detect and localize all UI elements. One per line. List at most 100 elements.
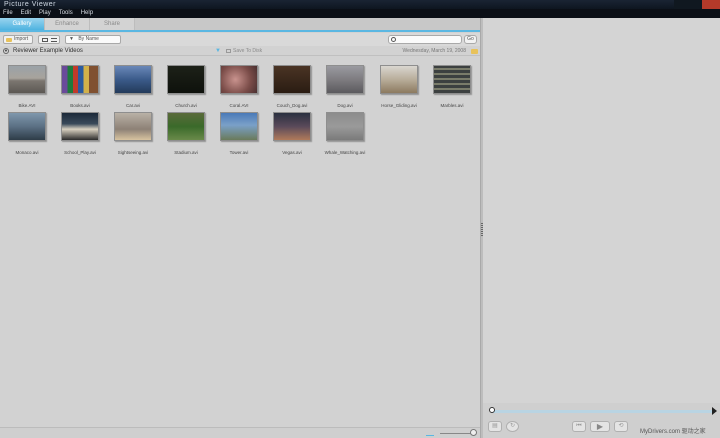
collapse-toggle-icon[interactable]: ▼ xyxy=(3,48,9,54)
zoom-slider-handle[interactable] xyxy=(470,429,477,436)
maximize-button[interactable] xyxy=(688,0,702,9)
video-thumbnail[interactable] xyxy=(8,65,46,94)
video-thumbnail[interactable] xyxy=(61,65,99,94)
menu-play[interactable]: Play xyxy=(39,9,51,18)
list-view-icon[interactable] xyxy=(51,38,57,42)
save-to-disk-label: Save To Disk xyxy=(233,48,263,54)
video-thumbnail[interactable] xyxy=(114,65,152,94)
menu-help[interactable]: Help xyxy=(81,9,93,18)
rotate-button[interactable]: ↻ xyxy=(506,421,519,432)
gallery-item[interactable]: Church.avi xyxy=(167,65,209,111)
thumbnail-caption: Monaco.avi xyxy=(15,150,39,155)
gallery-item[interactable]: Coral.AVI xyxy=(220,65,262,111)
video-thumbnail[interactable] xyxy=(167,65,205,94)
video-thumbnail[interactable] xyxy=(273,112,311,141)
tab-strip: Gallery Enhance Share xyxy=(0,18,480,30)
thumbnail-caption: Car.avi xyxy=(125,103,140,108)
view-toggle[interactable] xyxy=(38,35,60,44)
thumbnail-caption: Sightseeing.avi xyxy=(117,150,149,155)
gallery-item[interactable]: Couch_Dog.avi xyxy=(273,65,315,111)
title-bar: Picture Viewer xyxy=(0,0,720,9)
go-button[interactable]: Go xyxy=(464,35,477,44)
gallery-item[interactable]: School_Play.avi xyxy=(61,112,103,158)
gallery-item[interactable]: Dog.avi xyxy=(326,65,368,111)
gallery-item[interactable]: Horse_Gliding.avi xyxy=(380,65,422,111)
minimize-button[interactable] xyxy=(674,0,688,9)
gallery-item[interactable]: Marbles.avi xyxy=(433,65,475,111)
play-button[interactable]: ▶ xyxy=(590,421,610,432)
app-window: Picture Viewer File Edit Play Tools Help… xyxy=(0,0,720,438)
video-thumbnail[interactable] xyxy=(61,112,99,141)
chevron-down-icon: ▼ xyxy=(69,36,74,42)
disk-icon xyxy=(226,48,231,53)
gallery-item[interactable]: Vegas.avi xyxy=(273,112,315,158)
video-thumbnail[interactable] xyxy=(220,112,258,141)
thumbnail-caption: Stadium.avi xyxy=(174,150,198,155)
search-input[interactable] xyxy=(388,35,462,44)
thumbnail-caption: Couch_Dog.avi xyxy=(276,103,308,108)
toolbar: Import ▼ By Name Go xyxy=(0,33,480,46)
save-to-disk-button[interactable]: Save To Disk xyxy=(226,48,262,55)
gallery-item[interactable]: Sightseeing.avi xyxy=(114,112,156,158)
menu-edit[interactable]: Edit xyxy=(21,9,31,18)
video-thumbnail[interactable] xyxy=(326,65,364,94)
window-title: Picture Viewer xyxy=(4,1,57,8)
thumbnail-caption: Bike.AVI xyxy=(18,103,36,108)
menu-file[interactable]: File xyxy=(3,9,13,18)
tab-enhance[interactable]: Enhance xyxy=(45,18,90,30)
thumbnail-caption: Marbles.avi xyxy=(440,103,464,108)
video-thumbnail[interactable] xyxy=(433,65,471,94)
watermark: MyDrivers.com 驱动之家 xyxy=(640,429,706,435)
status-bar xyxy=(0,427,480,438)
gallery-item[interactable]: Monaco.avi xyxy=(8,112,50,158)
previous-button[interactable]: ⏮ xyxy=(572,421,586,432)
favorite-icon[interactable]: ▼ xyxy=(215,48,221,55)
album-title: Reviewer Example Videos xyxy=(13,48,83,54)
video-thumbnail[interactable] xyxy=(8,112,46,141)
search-icon xyxy=(391,37,396,42)
window-controls xyxy=(674,0,720,9)
thumbnail-caption: Coral.AVI xyxy=(229,103,249,108)
tab-share[interactable]: Share xyxy=(90,18,135,30)
pencil-icon[interactable] xyxy=(426,431,434,436)
preview-pane xyxy=(483,18,720,403)
gallery-item[interactable]: Bike.AVI xyxy=(8,65,50,111)
video-thumbnail[interactable] xyxy=(273,65,311,94)
tab-gallery[interactable]: Gallery xyxy=(0,18,45,30)
gallery-item[interactable]: Whale_Watching.avi xyxy=(325,112,368,158)
thumbnail-caption: Vegas.avi xyxy=(282,150,302,155)
gallery-item[interactable]: Books.avi xyxy=(61,65,103,111)
gallery-item[interactable]: Stadium.avi xyxy=(167,112,209,158)
video-thumbnail[interactable] xyxy=(220,65,258,94)
thumbnail-caption: Whale_Watching.avi xyxy=(324,150,366,155)
album-header: ▼ Reviewer Example Videos ▼ Save To Disk… xyxy=(0,47,480,56)
folder-icon xyxy=(6,37,12,42)
tab-underline xyxy=(0,30,480,32)
sort-dropdown[interactable]: ▼ By Name xyxy=(65,35,121,44)
menu-tools[interactable]: Tools xyxy=(59,9,73,18)
grid-view-icon[interactable] xyxy=(42,38,48,42)
video-thumbnail[interactable] xyxy=(380,65,418,94)
gallery-item[interactable]: Tower.avi xyxy=(220,112,262,158)
album-date: Wednesday, March 19, 2008 xyxy=(402,48,466,54)
video-thumbnail[interactable] xyxy=(326,112,364,141)
thumbnail-caption: School_Play.avi xyxy=(64,150,96,155)
close-button[interactable] xyxy=(702,0,720,9)
timeline-playhead[interactable] xyxy=(489,407,495,413)
thumbnail-caption: Horse_Gliding.avi xyxy=(381,103,417,108)
timeline-track[interactable] xyxy=(491,410,713,413)
thumbnail-caption: Church.avi xyxy=(175,103,197,108)
sort-value: By Name xyxy=(78,36,99,42)
timeline-end-marker-icon xyxy=(712,407,717,415)
gallery-item[interactable]: Car.avi xyxy=(114,65,156,111)
import-label: Import xyxy=(14,36,29,42)
video-thumbnail[interactable] xyxy=(167,112,205,141)
menu-bar: File Edit Play Tools Help xyxy=(0,9,720,18)
import-button[interactable]: Import xyxy=(3,35,33,44)
folder-icon[interactable] xyxy=(471,49,478,54)
loop-button[interactable]: ⟲ xyxy=(614,421,628,432)
filmstrip-button[interactable]: ▤ xyxy=(488,421,502,432)
thumbnail-caption: Tower.avi xyxy=(229,150,249,155)
thumbnail-caption: Books.avi xyxy=(70,103,90,108)
video-thumbnail[interactable] xyxy=(114,112,152,141)
